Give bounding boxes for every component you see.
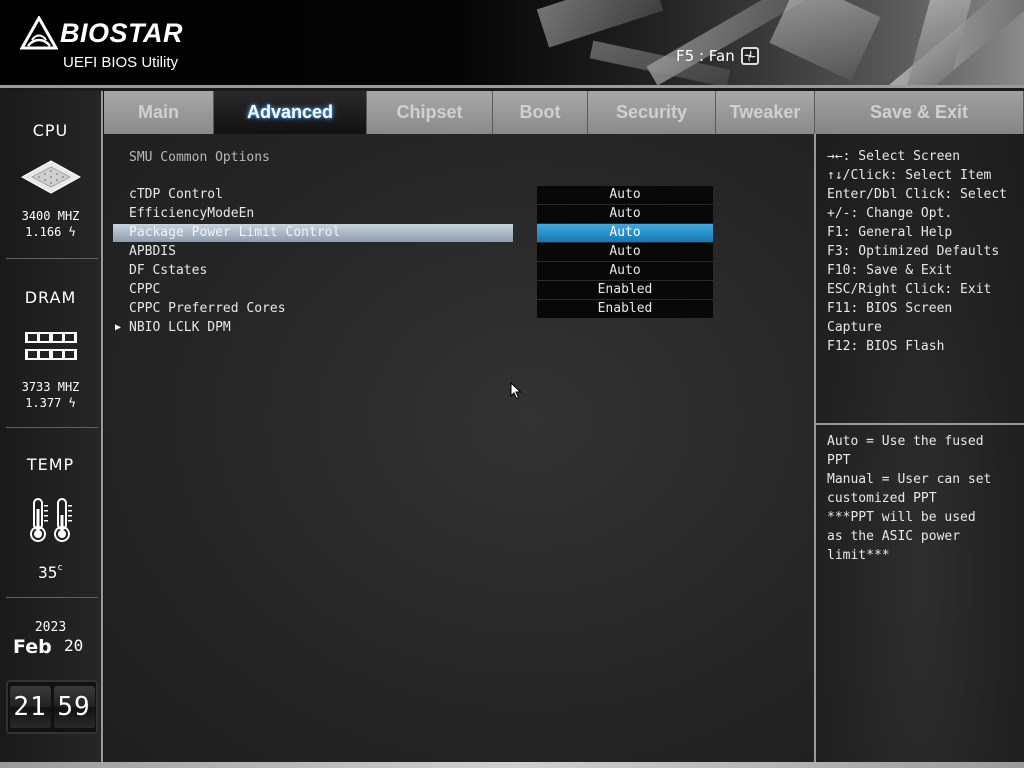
tab-security[interactable]: Security <box>588 91 716 134</box>
decorative-shard <box>769 0 881 81</box>
dram-voltage-row: 1.377 ϟ <box>0 396 101 411</box>
option-label: CPPC Preferred Cores <box>129 301 286 316</box>
option-value-df-cstates[interactable]: Auto <box>537 262 713 280</box>
tab-main[interactable]: Main <box>104 91 214 134</box>
option-label: Package Power Limit Control <box>129 225 341 240</box>
help-key-line: F3: Optimized Defaults <box>827 244 1000 259</box>
brand-subtitle: UEFI BIOS Utility <box>63 54 179 71</box>
help-key-line: →←: Select Screen <box>827 149 961 164</box>
cpu-title: CPU <box>32 121 69 140</box>
temp-title: TEMP <box>26 455 75 474</box>
tab-boot[interactable]: Boot <box>493 91 588 134</box>
help-description-line: ***PPT will be used <box>827 510 976 525</box>
option-label: cTDP Control <box>129 187 223 202</box>
help-key-line: F10: Save & Exit <box>827 263 953 278</box>
help-description-line: PPT <box>827 453 851 468</box>
cpu-voltage: 1.166 <box>25 225 62 239</box>
system-status-sidebar: CPU 3400 MHZ 1.166 ϟ DRAM 3733 MHZ 1.377… <box>0 91 103 768</box>
option-label: NBIO LCLK DPM <box>129 320 231 335</box>
help-divider <box>816 423 1024 425</box>
fan-icon[interactable] <box>740 47 759 65</box>
biostar-logo-icon <box>20 16 58 50</box>
menu-tabs: Main Advanced Chipset Boot Security Twea… <box>104 91 1024 134</box>
help-key-line: ↑↓/Click: Select Item <box>827 168 992 183</box>
help-key-line: F12: BIOS Flash <box>827 339 945 354</box>
help-key-line: +/-: Change Opt. <box>827 206 953 221</box>
decorative-shard <box>536 0 664 48</box>
cpu-section: CPU <box>0 121 101 140</box>
date-year: 2023 <box>34 620 67 635</box>
option-row-apbdis[interactable]: APBDIS <box>113 243 513 261</box>
tab-save-exit[interactable]: Save & Exit <box>815 91 1024 134</box>
submenu-nbio-lclk-dpm[interactable]: ▶ NBIO LCLK DPM <box>113 319 513 337</box>
fan-hint-label: F5 : Fan <box>676 47 735 65</box>
help-key-line: Capture <box>827 320 882 335</box>
date-month: Feb <box>13 636 52 658</box>
help-description-line: as the ASIC power <box>827 529 961 544</box>
biostar-logo: BIOSTAR UEFI BIOS Utility <box>20 16 220 74</box>
option-row-package-power-limit[interactable]: Package Power Limit Control <box>113 224 513 242</box>
option-label: DF Cstates <box>129 263 208 278</box>
help-panel: →←: Select Screen ↑↓/Click: Select Item … <box>814 134 1024 768</box>
clock: 21 59 <box>6 680 98 734</box>
tab-tweaker[interactable]: Tweaker <box>716 91 815 134</box>
brand-name: BIOSTAR <box>60 18 183 48</box>
help-key-line: Enter/Dbl Click: Select <box>827 187 1008 202</box>
clock-hours: 21 <box>9 686 51 728</box>
dram-voltage: 1.377 <box>25 396 62 410</box>
cpu-chip-icon <box>20 160 82 194</box>
divider <box>6 597 98 598</box>
dram-title: DRAM <box>24 288 77 307</box>
date-day: 20 <box>64 636 84 655</box>
option-row-ctdp-control[interactable]: cTDP Control <box>113 186 513 204</box>
header-banner: BIOSTAR UEFI BIOS Utility F5 : Fan <box>0 0 1024 88</box>
section-title: SMU Common Options <box>129 150 270 165</box>
option-value-apbdis[interactable]: Auto <box>537 243 713 261</box>
cpu-frequency: 3400 MHZ <box>21 209 80 223</box>
fan-control-hint[interactable]: F5 : Fan <box>676 47 759 65</box>
temp-unit: c <box>57 563 63 573</box>
dram-frequency: 3733 MHZ <box>21 380 80 394</box>
help-key-line: F11: BIOS Screen <box>827 301 953 316</box>
option-row-df-cstates[interactable]: DF Cstates <box>113 262 513 280</box>
clock-minutes: 59 <box>53 686 95 728</box>
option-value-efficiency-mode[interactable]: Auto <box>537 205 713 223</box>
option-label: CPPC <box>129 282 161 297</box>
dram-module-icon <box>25 332 77 360</box>
voltage-bolt-icon: ϟ <box>61 225 76 239</box>
thermometer-icon <box>30 498 72 542</box>
temp-value: 35 <box>38 563 58 582</box>
option-label: EfficiencyModeEn <box>129 206 255 221</box>
option-row-cppc-preferred-cores[interactable]: CPPC Preferred Cores <box>113 300 513 318</box>
help-key-line: ESC/Right Click: Exit <box>827 282 992 297</box>
tab-advanced[interactable]: Advanced <box>214 91 367 134</box>
help-key-line: F1: General Help <box>827 225 953 240</box>
option-value-ctdp-control[interactable]: Auto <box>537 186 713 204</box>
divider <box>6 258 98 259</box>
cpu-voltage-row: 1.166 ϟ <box>0 225 101 240</box>
help-description-line: customized PPT <box>827 491 937 506</box>
option-value-cppc[interactable]: Enabled <box>537 281 713 299</box>
temp-readout: 35c <box>0 563 101 582</box>
help-description-line: Manual = User can set <box>827 472 992 487</box>
option-row-cppc[interactable]: CPPC <box>113 281 513 299</box>
tab-chipset[interactable]: Chipset <box>367 91 493 134</box>
help-description-line: limit*** <box>827 548 890 563</box>
mouse-pointer-icon <box>510 382 522 400</box>
settings-panel: SMU Common Options cTDP Control Auto Eff… <box>104 134 814 768</box>
help-description-line: Auto = Use the fused <box>827 434 984 449</box>
submenu-arrow-icon: ▶ <box>115 322 122 333</box>
voltage-bolt-icon: ϟ <box>61 396 76 410</box>
option-value-package-power-limit[interactable]: Auto <box>537 224 713 242</box>
dram-section: DRAM <box>0 288 101 307</box>
option-row-efficiency-mode[interactable]: EfficiencyModeEn <box>113 205 513 223</box>
option-value-cppc-preferred-cores[interactable]: Enabled <box>537 300 713 318</box>
option-label: APBDIS <box>129 244 176 259</box>
divider <box>6 427 98 428</box>
bottom-frame <box>0 762 1024 768</box>
temp-section: TEMP <box>0 455 101 474</box>
